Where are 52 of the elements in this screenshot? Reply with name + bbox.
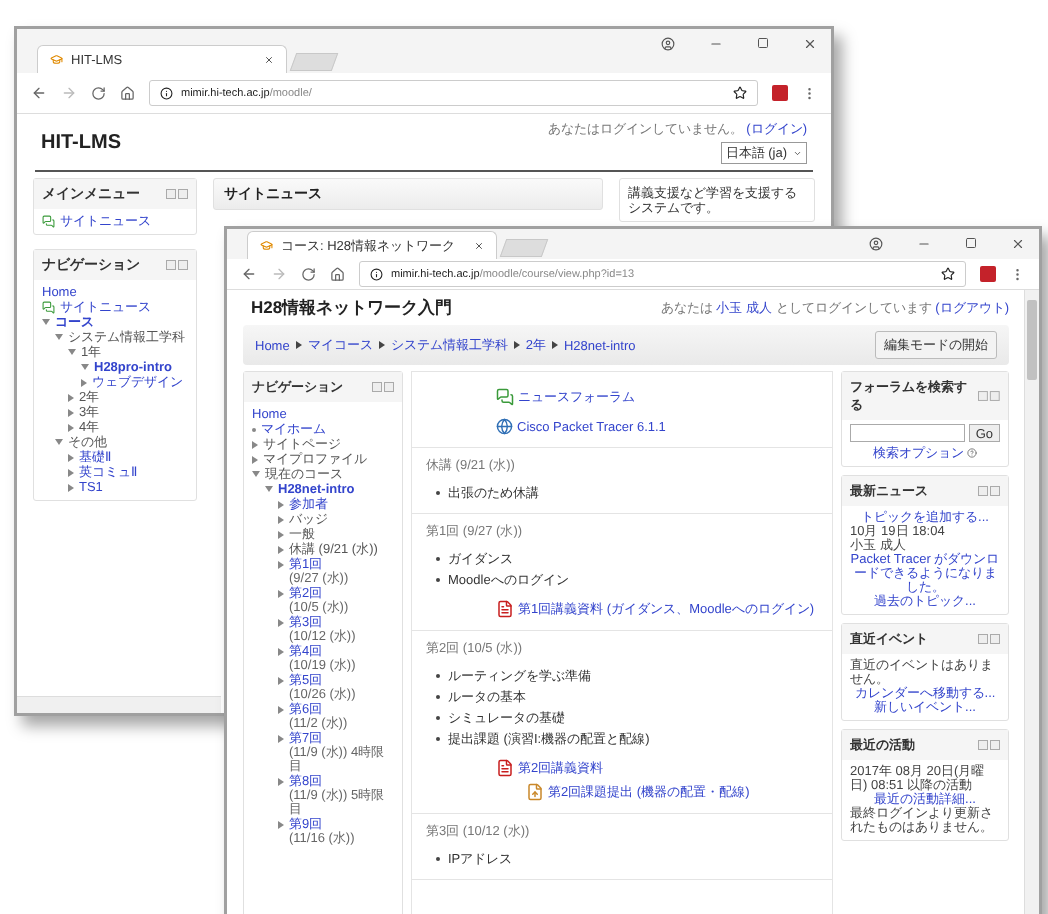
arrow-down-icon[interactable] (81, 364, 89, 370)
arrow-down-icon[interactable] (55, 439, 63, 445)
back-icon[interactable] (241, 266, 257, 282)
block-controls-icon[interactable] (978, 391, 1000, 401)
arrow-down-icon[interactable] (265, 486, 273, 492)
forward-icon[interactable] (271, 266, 287, 282)
back-icon[interactable] (31, 85, 47, 101)
arrow-right-icon[interactable] (278, 619, 284, 627)
course-title: H28情報ネットワーク入門 (251, 296, 453, 319)
arrow-right-icon[interactable] (68, 454, 74, 462)
block-controls-icon[interactable] (978, 740, 1000, 750)
search-field[interactable] (850, 424, 965, 442)
arrow-right-icon[interactable] (278, 648, 284, 656)
arrow-right-icon[interactable] (278, 546, 284, 554)
chat-bubbles-icon (496, 388, 514, 406)
arrow-down-icon[interactable] (68, 349, 76, 355)
arrow-right-icon[interactable] (278, 501, 284, 509)
arrow-right-icon[interactable] (278, 516, 284, 524)
arrow-right-icon[interactable] (68, 484, 74, 492)
arrow-right-icon[interactable] (278, 590, 284, 598)
arrow-down-icon[interactable] (252, 471, 260, 477)
arrow-down-icon[interactable] (55, 334, 63, 340)
block-controls-icon[interactable] (166, 189, 188, 199)
site-title: HIT-LMS (41, 130, 121, 154)
document-icon (496, 759, 514, 777)
arrow-right-icon[interactable] (81, 379, 87, 387)
separator-icon (295, 341, 302, 349)
arrow-right-icon[interactable] (252, 456, 258, 464)
block-controls-icon[interactable] (978, 634, 1000, 644)
arrow-right-icon[interactable] (278, 778, 284, 786)
separator-icon (513, 341, 520, 349)
forward-icon[interactable] (61, 85, 77, 101)
block-controls-icon[interactable] (372, 382, 394, 392)
arrow-right-icon[interactable] (68, 409, 74, 417)
arrow-right-icon[interactable] (68, 424, 74, 432)
separator-icon (378, 341, 385, 349)
globe-icon (496, 418, 513, 435)
arrow-right-icon[interactable] (278, 677, 284, 685)
arrow-down-icon[interactable] (42, 319, 50, 325)
file-upload-icon (526, 783, 544, 801)
arrow-right-icon[interactable] (252, 441, 258, 449)
arrow-right-icon[interactable] (278, 821, 284, 829)
arrow-right-icon[interactable] (278, 561, 284, 569)
arrow-right-icon[interactable] (68, 469, 74, 477)
arrow-right-icon[interactable] (278, 735, 284, 743)
document-icon (496, 600, 514, 618)
block-controls-icon[interactable] (978, 486, 1000, 496)
arrow-right-icon[interactable] (278, 706, 284, 714)
block-controls-icon[interactable] (166, 260, 188, 270)
arrow-right-icon[interactable] (278, 531, 284, 539)
arrow-right-icon[interactable] (68, 394, 74, 402)
separator-icon (551, 341, 558, 349)
